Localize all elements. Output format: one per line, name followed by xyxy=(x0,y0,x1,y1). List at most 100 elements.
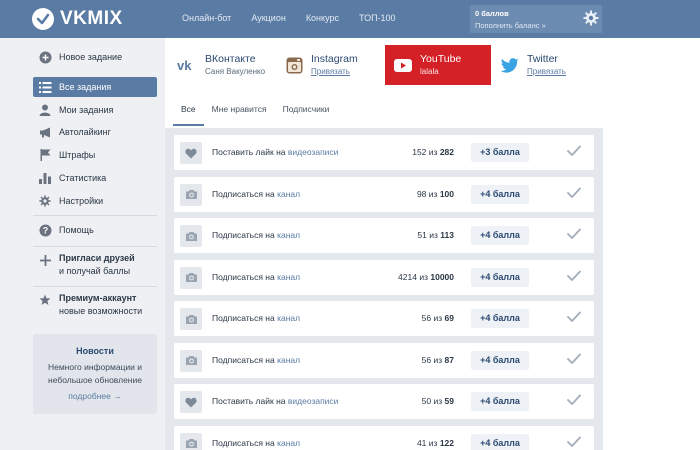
sidebar-item-my-tasks[interactable]: Мои задания xyxy=(33,100,157,120)
task-progress-sep: из xyxy=(419,271,428,282)
task-target-link[interactable]: канал xyxy=(277,189,300,199)
checkmark-icon[interactable] xyxy=(567,311,581,326)
sidebar-item-statistics[interactable]: Статистика xyxy=(33,168,157,188)
task-row: Подписаться на канал 41 из 122 +4 балла xyxy=(174,425,594,450)
task-reward-button[interactable]: +4 балла xyxy=(471,433,529,450)
sidebar-divider xyxy=(33,286,157,287)
task-action: Подписаться на xyxy=(212,354,275,365)
task-target-link[interactable]: канал xyxy=(277,438,300,448)
platform-youtube[interactable]: YouTube lalala xyxy=(385,45,491,85)
task-row: Подписаться на канал 56 из 87 +4 балла xyxy=(174,342,594,378)
plus-circle-icon xyxy=(38,50,52,64)
task-progress-done: 98 xyxy=(416,188,427,199)
sidebar-item-label: Статистика xyxy=(59,173,107,183)
task-row: Подписаться на канал 98 из 100 +4 балла xyxy=(174,176,594,212)
platform-link-button[interactable]: Привязать xyxy=(311,66,358,77)
task-target-link[interactable]: канал xyxy=(277,313,300,323)
news-more-link[interactable]: подробнее → xyxy=(33,391,157,401)
task-reward-button[interactable]: +4 балла xyxy=(471,350,529,370)
task-description: Подписаться на канал xyxy=(212,313,300,323)
news-title: Новости xyxy=(76,346,114,356)
platform-link-button[interactable]: Привязать xyxy=(527,66,566,77)
sidebar-item-label: Автолайкинг xyxy=(59,127,111,137)
sidebar-premium[interactable]: Премиум-аккаунт новые возможности xyxy=(33,292,157,318)
task-progress-sep: из xyxy=(428,147,438,157)
tab-likes[interactable]: Мне нравится xyxy=(204,100,275,126)
tab-subscribers[interactable]: Подписчики xyxy=(275,100,338,126)
camera-icon xyxy=(180,349,202,372)
task-progress-total: 113 xyxy=(440,230,454,240)
checkmark-icon[interactable] xyxy=(567,145,581,160)
platform-name: Instagram xyxy=(311,53,358,65)
task-progress-done: 41 xyxy=(416,437,427,448)
task-action: Подписаться на xyxy=(212,271,275,282)
task-target-link[interactable]: видеозаписи xyxy=(288,147,339,157)
task-reward-button[interactable]: +4 балла xyxy=(471,226,529,245)
platform-account: Саня Вакуленко xyxy=(205,67,266,76)
task-row: Подписаться на канал 4214 из 10000 +4 ба… xyxy=(174,259,594,295)
task-progress: 50 из 59 xyxy=(422,396,454,406)
top-header: VKMIX Онлайн-бот Аукцион Конкурс ТОП-100… xyxy=(0,0,700,38)
task-row: Поставить лайк на видеозаписи 152 из 282… xyxy=(174,135,594,170)
filter-tabs: Все Мне нравится Подписчики xyxy=(173,100,337,128)
task-progress-sep: из xyxy=(428,437,438,448)
sidebar-invite-friends[interactable]: Пригласи друзей и получай баллы xyxy=(33,252,157,278)
task-progress: 56 из 69 xyxy=(422,313,454,323)
sidebar-item-label: Настройки xyxy=(59,196,104,206)
checkmark-icon[interactable] xyxy=(567,436,581,450)
checkmark-icon[interactable] xyxy=(567,270,581,285)
task-progress-sep: из xyxy=(433,313,443,323)
task-progress-sep: из xyxy=(433,354,443,365)
task-target-link[interactable]: канал xyxy=(277,272,300,282)
sidebar-item-settings[interactable]: Настройки xyxy=(33,191,157,211)
invite-subtitle: и получай баллы xyxy=(59,266,131,276)
sidebar-item-fines[interactable]: Штрафы xyxy=(33,145,157,165)
top-up-balance-link[interactable]: Пополнить баланс » xyxy=(475,21,546,30)
logo[interactable]: VKMIX xyxy=(32,7,123,31)
platform-name: Twitter xyxy=(527,53,558,65)
sidebar-item-label: Новое задание xyxy=(59,52,123,62)
checkmark-icon[interactable] xyxy=(567,353,581,368)
task-target-link[interactable]: канал xyxy=(277,355,300,365)
sidebar-item-label: Штрафы xyxy=(59,150,96,160)
right-empty-area xyxy=(603,38,700,450)
sidebar: Новое задание Все задания Мои задания Ав… xyxy=(30,40,163,450)
task-target-link[interactable]: канал xyxy=(277,230,300,240)
sidebar-item-new-task[interactable]: Новое задание xyxy=(33,47,157,67)
task-progress-done: 56 xyxy=(421,354,432,365)
camera-icon xyxy=(180,308,202,330)
checkmark-icon[interactable] xyxy=(567,394,581,409)
sidebar-item-label: Мои задания xyxy=(59,105,114,115)
task-reward-button[interactable]: +4 балла xyxy=(471,184,529,204)
nav-auction[interactable]: Аукцион xyxy=(251,13,286,23)
task-progress: 51 из 113 xyxy=(417,230,454,240)
task-description: Поставить лайк на видеозаписи xyxy=(212,147,338,157)
task-reward-button[interactable]: +4 балла xyxy=(471,267,529,287)
task-row: Подписаться на канал 56 из 69 +4 балла xyxy=(174,301,594,336)
top-nav: Онлайн-бот Аукцион Конкурс ТОП-100 xyxy=(182,13,416,23)
sidebar-item-autolike[interactable]: Автолайкинг xyxy=(33,122,157,142)
task-progress-total: 100 xyxy=(439,188,454,199)
nav-contest[interactable]: Конкурс xyxy=(306,13,339,23)
checkmark-icon[interactable] xyxy=(567,187,581,202)
task-reward-button[interactable]: +4 балла xyxy=(471,392,529,411)
settings-gear-icon[interactable] xyxy=(583,10,599,29)
platform-instagram[interactable]: Instagram Привязать xyxy=(286,45,358,85)
heart-icon xyxy=(180,391,202,413)
nav-top100[interactable]: ТОП-100 xyxy=(359,13,396,23)
task-reward-button[interactable]: +3 балла xyxy=(471,143,529,162)
sidebar-item-all-tasks[interactable]: Все задания xyxy=(33,77,157,97)
platform-vk[interactable]: vk ВКонтакте Саня Вакуленко xyxy=(177,45,265,85)
nav-online-bot[interactable]: Онлайн-бот xyxy=(182,13,231,23)
task-progress-total: 10000 xyxy=(430,271,454,282)
checkmark-icon[interactable] xyxy=(567,228,581,243)
tab-all[interactable]: Все xyxy=(173,100,204,126)
main-content: vk ВКонтакте Саня Вакуленко Instagram Пр… xyxy=(165,38,603,450)
task-progress-total: 69 xyxy=(444,313,454,323)
task-reward-button[interactable]: +4 балла xyxy=(471,309,529,328)
task-target-link[interactable]: видеозаписи xyxy=(288,396,339,406)
sidebar-item-help[interactable]: ? Помощь xyxy=(33,220,157,240)
camera-icon xyxy=(180,183,202,206)
task-action: Поставить лайк на xyxy=(212,396,286,406)
platform-twitter[interactable]: Twitter Привязать xyxy=(501,45,566,85)
